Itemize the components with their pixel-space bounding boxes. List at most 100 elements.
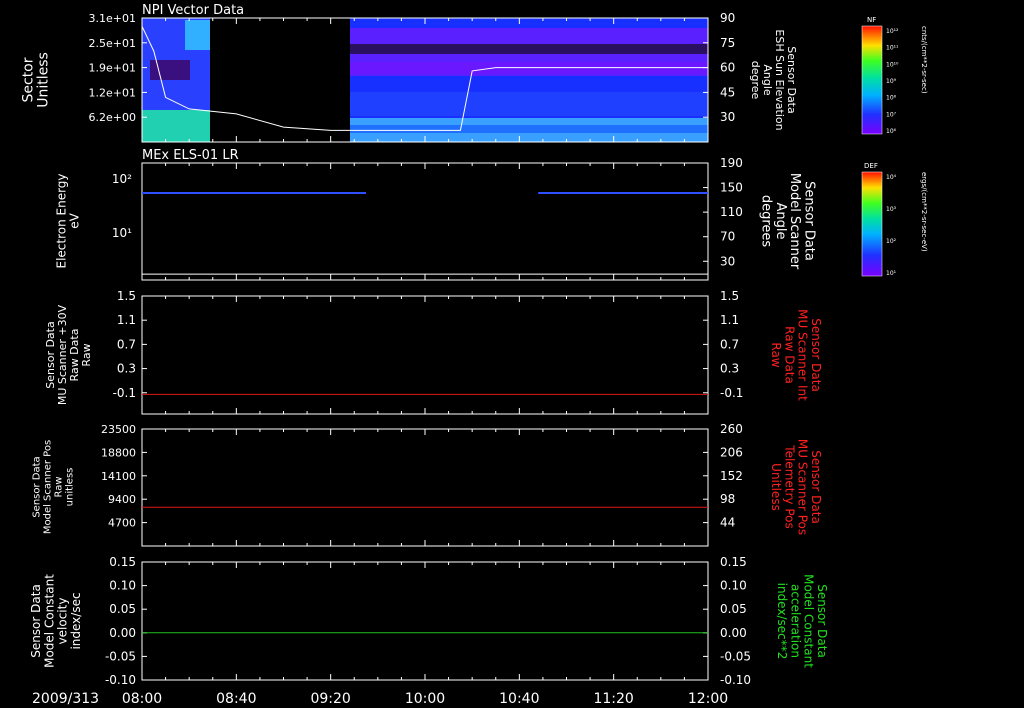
y-tick-label: 10²	[112, 172, 132, 186]
time-tick-label: 08:40	[216, 691, 256, 707]
y2-tick-label: 110	[720, 205, 743, 219]
heatmap-band-upper-dark	[350, 44, 708, 54]
y2-tick-label: 60	[720, 61, 735, 75]
y2-tick-label: 70	[720, 230, 735, 244]
y-tick-label: -0.10	[105, 673, 136, 687]
y2-tick-label: -0.1	[720, 386, 743, 400]
axis-label: ESH Sun Elevation	[773, 29, 786, 130]
axis-label: Model Constant	[802, 574, 816, 668]
colorbar-label: NF	[867, 16, 876, 24]
axis-label: Raw Data	[782, 326, 796, 384]
y2-tick-label: 0.10	[720, 579, 747, 593]
axis-label: Angle	[761, 64, 774, 96]
time-tick-label: 10:40	[499, 691, 539, 707]
axis-label: acceleration	[788, 584, 802, 658]
axis-label: Sensor Data	[809, 450, 823, 524]
colorbar-tick-label: 10³	[886, 206, 897, 213]
y-tick-label: 14100	[101, 470, 136, 483]
heatmap-early-dark	[150, 60, 190, 80]
axis-label: degree	[749, 61, 762, 100]
colorbar-tick-label: 10¹²	[886, 28, 899, 35]
y-tick-label: 0.00	[109, 626, 136, 640]
y2-tick-label: 90	[720, 11, 735, 25]
axis-label: Sensor Data	[809, 318, 823, 392]
heatmap-early-green	[142, 110, 210, 142]
y-tick-label: 9400	[108, 493, 136, 506]
colorbar-tick-label: 10⁶	[886, 128, 897, 135]
y2-tick-label: 1.1	[720, 313, 739, 327]
y-tick-label: 0.05	[109, 602, 136, 616]
y-tick-label: 0.15	[109, 555, 136, 569]
y2-tick-label: 75	[720, 36, 735, 50]
axis-label: index/sec	[69, 592, 83, 649]
colorbar-nf	[861, 25, 883, 135]
time-tick-label: 09:20	[310, 691, 350, 707]
y2-tick-label: 152	[720, 469, 743, 483]
panel-frame	[141, 561, 709, 681]
y-tick-label: 3.1e+01	[89, 12, 136, 25]
axis-label: Raw	[80, 343, 93, 366]
heatmap-early-cyan	[185, 20, 210, 50]
time-tick-label: 08:00	[122, 691, 162, 707]
colorbar-tick-label: 10¹¹	[886, 45, 899, 52]
colorbar-def	[861, 171, 883, 277]
colorbar-tick-label: 10⁴	[886, 174, 897, 181]
axis-label: MU Scanner Int	[796, 309, 810, 401]
multi-panel-plot: NPI Vector Data NF cnts/(cm**2-sr-sec) M…	[20, 3, 928, 707]
panel-title: NPI Vector Data	[142, 3, 244, 18]
y-tick-label: 1.1	[117, 313, 136, 327]
y-tick-label: 0.10	[109, 579, 136, 593]
y2-tick-label: 0.05	[720, 602, 747, 616]
colorbar-unit: ergs/(cm**2-sr-sec-eV)	[920, 172, 928, 252]
colorbar-tick-label: 10⁹	[886, 78, 897, 85]
y-tick-label: 0.7	[117, 337, 136, 351]
time-tick-label: 10:00	[405, 691, 445, 707]
panel-frame	[141, 295, 709, 415]
axis-label: Sensor Data	[44, 321, 57, 388]
y2-tick-label: 45	[720, 85, 735, 99]
panel-frame	[141, 162, 709, 281]
heatmap-band-bottom-dark	[350, 125, 708, 133]
y2-tick-label: 0.15	[720, 555, 747, 569]
y2-tick-label: 260	[720, 422, 743, 436]
axis-label: Unitless	[769, 463, 783, 511]
y-tick-label: 1.5	[117, 289, 136, 303]
axis-label: Telemetry Pos	[782, 444, 796, 528]
y-tick-label: 6.2e+00	[89, 111, 136, 124]
axis-label: velocity	[56, 598, 70, 645]
y2-tick-label: 98	[720, 492, 735, 506]
heatmap-band-lower	[350, 92, 708, 116]
panel-npi: NPI Vector Data NF cnts/(cm**2-sr-sec)	[142, 3, 928, 142]
axis-label: Model Scanner	[787, 173, 802, 270]
axis-label: index/sec**2	[775, 583, 789, 660]
axis-label: Sector	[20, 57, 36, 102]
y2-tick-label: 44	[720, 516, 735, 530]
panel-title: MEx ELS-01 LR	[142, 148, 239, 163]
y-tick-label: 1.9e+01	[89, 62, 136, 75]
y-tick-label: -0.1	[113, 386, 136, 400]
axis-label: eV	[68, 212, 82, 228]
axis-label: Sensor Data	[32, 456, 43, 517]
time-tick-label: 12:00	[688, 691, 728, 707]
colorbar-unit: cnts/(cm**2-sr-sec)	[920, 26, 928, 94]
panel-frame	[141, 428, 709, 547]
axis-label: MU Scanner Pos	[796, 439, 810, 535]
colorbar-tick-label: 10²	[886, 238, 897, 245]
y-tick-label: 18800	[101, 446, 136, 459]
y-tick-label: 4700	[108, 517, 136, 530]
y-tick-label: -0.05	[105, 649, 136, 663]
axis-label: degrees	[759, 195, 774, 248]
axis-label: Angle	[773, 203, 788, 240]
colorbar-label: DEF	[864, 162, 878, 170]
axis-label: Sensor Data	[801, 181, 816, 261]
axis-label: Model Constant	[42, 574, 56, 668]
axis-label: Model Scanner Pos	[43, 440, 54, 534]
y-tick-label: 23500	[101, 423, 136, 436]
y-tick-label: 10¹	[112, 226, 132, 240]
y2-tick-label: 206	[720, 445, 743, 459]
colorbar-tick-label: 10¹⁰	[886, 61, 899, 68]
axis-label: Raw Data	[68, 329, 81, 382]
y-tick-label: 0.3	[117, 362, 136, 376]
y2-tick-label: 0.00	[720, 626, 747, 640]
colorbar-tick-label: 10¹	[886, 270, 897, 277]
